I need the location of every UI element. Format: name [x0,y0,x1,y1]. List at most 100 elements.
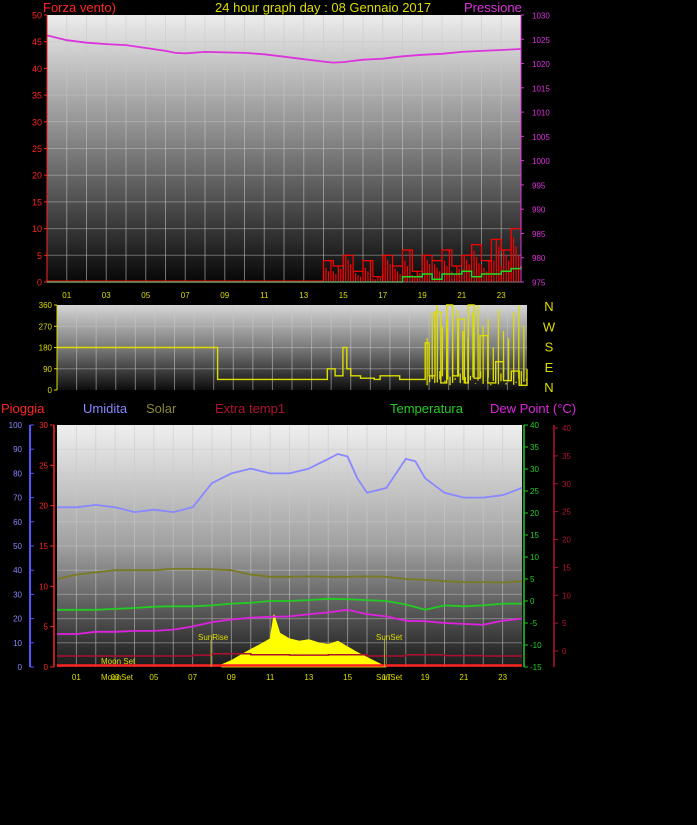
wind-pressure-x-tick-label: 13 [299,291,308,300]
humidity-tick-label: 0 [18,663,23,672]
dew-tick-label: 0 [562,647,567,656]
direction-tick-label: 90 [43,365,52,374]
compass-label: N [544,380,553,395]
humidity-tick-label: 30 [13,590,22,599]
pressure-tick-label: 975 [532,279,546,288]
legend-extra-temp: Extra temp1 [215,401,286,416]
pressure-tick-label: 1000 [532,157,550,166]
multi-sensor-x-tick-label: 07 [188,673,197,682]
multi-sensor-x-tick-label: 15 [343,673,352,682]
humidity-tick-label: 40 [13,566,22,575]
dew-tick-label: 40 [562,424,571,433]
multi-sensor-x-tick-label: 09 [227,673,236,682]
wind-pressure-x-tick-label: 07 [181,291,190,300]
pressure-tick-label: 980 [532,254,546,263]
humidity-tick-label: 100 [9,421,23,430]
wind-pressure-x-tick-label: 15 [339,291,348,300]
humidity-tick-label: 70 [13,494,22,503]
sunset-annotation: SunSet [376,633,403,642]
pressure-tick-label: 1025 [532,36,550,45]
dew-tick-label: 20 [562,536,571,545]
pressure-axis-title: Pressione [464,0,522,15]
temperature-tick-label: 5 [530,575,535,584]
pressure-tick-label: 995 [532,181,546,190]
legend-humidity: Umidita [83,401,128,416]
temperature-tick-label: 20 [530,509,539,518]
legend-solar: Solar [146,401,177,416]
multi-sensor-x-tick-label: 01 [72,673,81,682]
temperature-tick-label: 25 [530,487,539,496]
pressure-tick-label: 985 [532,230,546,239]
wind-pressure-x-tick-label: 21 [457,291,466,300]
wind-pressure-x-tick-label: 09 [220,291,229,300]
temperature-tick-label: 35 [530,443,539,452]
dew-tick-label: 35 [562,452,571,461]
wind-tick-label: 35 [32,91,42,101]
multi-sensor-x-tick-label: 21 [459,673,468,682]
wind-tick-label: 25 [32,144,42,154]
wind-pressure-x-tick-label: 17 [378,291,387,300]
compass-label: N [544,299,553,314]
wind-tick-label: 40 [32,64,42,74]
temperature-tick-label: -5 [530,619,538,628]
rain-tick-label: 30 [39,421,48,430]
humidity-tick-label: 10 [13,639,22,648]
direction-tick-label: 0 [48,386,53,395]
humidity-tick-label: 90 [13,445,22,454]
wind-axis-title: Forza vento) [43,0,116,15]
direction-tick-label: 180 [39,344,53,353]
pressure-tick-label: 1020 [532,60,550,69]
chart-title: 24 hour graph day : 08 Gennaio 2017 [215,0,432,15]
wind-tick-label: 20 [32,171,42,181]
rain-tick-label: 25 [39,461,48,470]
wind-pressure-x-tick-label: 05 [141,291,150,300]
wind-pressure-x-tick-label: 11 [260,291,269,300]
compass-label: W [543,319,556,334]
rain-tick-label: 5 [44,623,49,632]
dew-tick-label: 30 [562,480,571,489]
multi-sensor-x-tick-label: 19 [421,673,430,682]
direction-tick-label: 360 [39,301,53,310]
rain-tick-label: 0 [44,663,49,672]
temperature-tick-label: 15 [530,531,539,540]
pressure-tick-label: 1010 [532,109,550,118]
pressure-tick-label: 1005 [532,133,550,142]
legend-temperature: Temperatura [390,401,463,416]
wind-tick-label: 45 [32,37,42,47]
legend-rain: Pioggia [1,401,45,416]
legend-dew-point: Dew Point (°C) [490,401,577,416]
dew-tick-label: 10 [562,591,571,600]
humidity-tick-label: 80 [13,469,22,478]
multi-sensor-x-tick-label: 17 [382,673,391,682]
humidity-tick-label: 60 [13,518,22,527]
wind-pressure-x-tick-label: 23 [497,291,506,300]
multi-sensor-x-tick-label: 03 [111,673,120,682]
pressure-tick-label: 990 [532,206,546,215]
temperature-tick-label: 40 [530,421,539,430]
dew-tick-label: 25 [562,508,571,517]
pressure-tick-label: 1015 [532,84,550,93]
wind-tick-label: 5 [37,251,42,261]
wind-tick-label: 50 [32,11,42,21]
wind-pressure-x-tick-label: 01 [62,291,71,300]
compass-label: S [545,340,554,355]
wind-pressure-x-tick-label: 03 [102,291,111,300]
wind-tick-label: 10 [32,224,42,234]
direction-tick-label: 270 [39,322,53,331]
humidity-tick-label: 50 [13,542,22,551]
humidity-tick-label: 20 [13,615,22,624]
temperature-tick-label: 0 [530,597,535,606]
dew-tick-label: 5 [562,619,567,628]
temperature-tick-label: -15 [530,663,542,672]
rain-tick-label: 10 [39,582,48,591]
temperature-tick-label: 30 [530,465,539,474]
rain-tick-label: 15 [39,542,48,551]
moonset-annotation: Moon Set [101,657,136,666]
pressure-tick-label: 1030 [532,12,550,21]
wind-pressure-x-tick-label: 19 [418,291,427,300]
sunrise-annotation: SunRise [198,633,229,642]
multi-sensor-x-tick-label: 11 [266,673,275,682]
compass-label: E [545,360,554,375]
rain-tick-label: 20 [39,502,48,511]
wind-tick-label: 15 [32,197,42,207]
